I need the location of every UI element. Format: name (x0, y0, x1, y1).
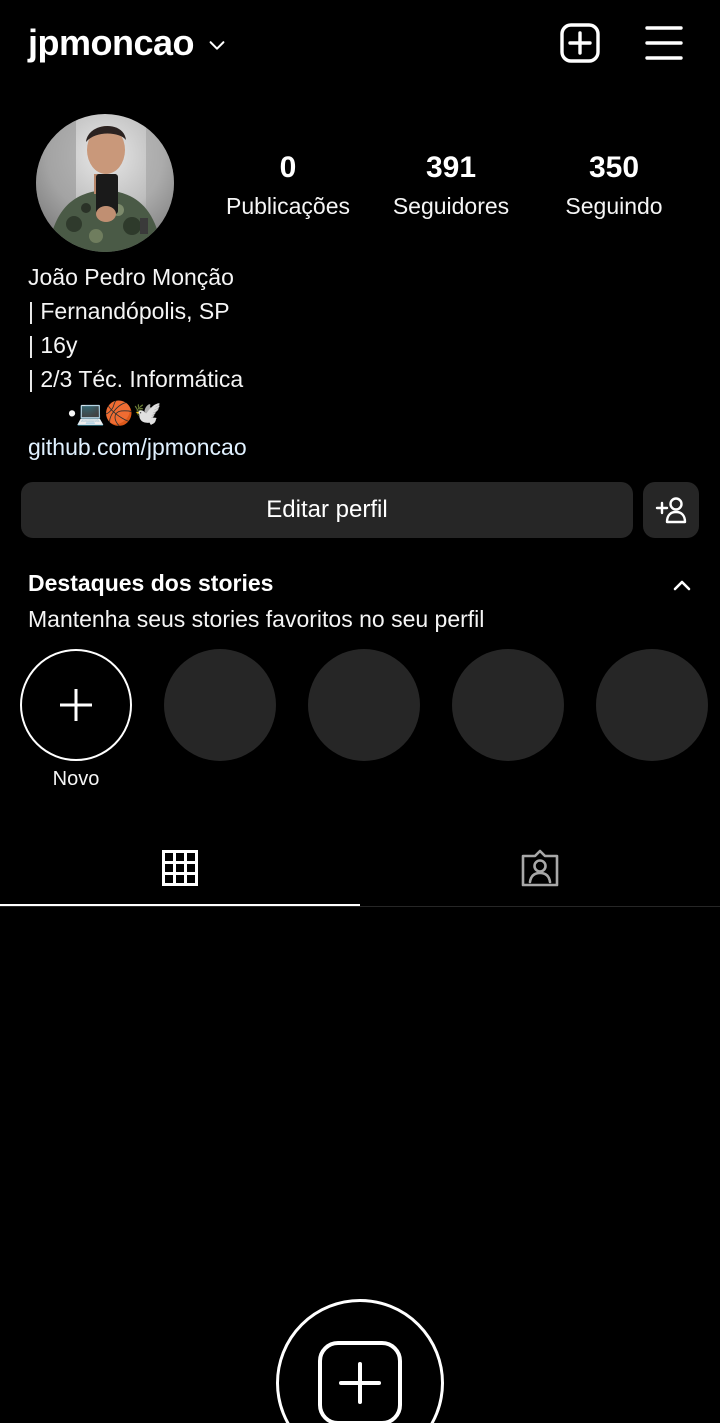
posts-count-label: Publicações (225, 193, 351, 219)
username: jpmoncao (28, 22, 195, 63)
bio-link[interactable]: github.com/jpmoncao (28, 430, 688, 464)
highlight-placeholder (596, 649, 708, 761)
display-name: João Pedro Monção (28, 264, 234, 290)
highlights-subtitle: Mantenha seus stories favoritos no seu p… (28, 606, 485, 632)
highlight-placeholder (308, 649, 420, 761)
profile-photo (36, 114, 174, 252)
highlight-placeholder (452, 649, 564, 761)
new-highlight-label: Novo (52, 768, 100, 790)
add-square-icon[interactable] (559, 22, 601, 64)
discover-people-button[interactable] (643, 482, 699, 538)
following-count[interactable]: 350 Seguindo (548, 150, 680, 222)
hamburger-menu-icon[interactable] (643, 22, 685, 64)
bio-line: | Fernandópolis, SP (28, 298, 230, 324)
followers-count-label: Seguidores (392, 193, 510, 219)
grid-icon (162, 850, 198, 886)
active-tab-indicator (0, 904, 360, 906)
bio-line: | 2/3 Téc. Informática (28, 366, 244, 392)
highlight-placeholder (164, 649, 276, 761)
tab-posts[interactable] (0, 830, 360, 906)
add-person-icon (655, 497, 687, 524)
top-bar: jpmoncao (0, 0, 720, 90)
following-count-label: Seguindo (565, 193, 663, 219)
followers-count[interactable]: 391 Seguidores (384, 150, 518, 222)
avatar[interactable] (36, 114, 174, 252)
chevron-down-icon (209, 41, 225, 50)
bio-line: •💻🏀🕊️ (68, 400, 162, 426)
account-switcher[interactable]: jpmoncao (28, 22, 228, 64)
followers-count-value: 391 (425, 151, 477, 184)
profile-screen: jpmoncao 0 Publicações 391 Seguidores 35… (0, 0, 720, 1423)
plus-icon (60, 689, 92, 721)
following-count-value: 350 (588, 151, 640, 184)
add-square-icon (318, 1341, 402, 1423)
new-highlight-button[interactable] (20, 649, 132, 761)
bio: João Pedro Monção | Fernandópolis, SP | … (28, 260, 688, 464)
highlights-title: Destaques dos stories (28, 570, 274, 596)
bio-line: | 16y (28, 332, 78, 358)
posts-count: 0 Publicações (218, 150, 358, 222)
tagged-person-icon (521, 849, 559, 887)
posts-count-value: 0 (279, 151, 297, 184)
edit-profile-button[interactable]: Editar perfil (21, 482, 633, 538)
tab-tagged[interactable] (360, 830, 720, 906)
chevron-up-icon[interactable] (668, 574, 696, 596)
tab-divider (0, 906, 720, 907)
